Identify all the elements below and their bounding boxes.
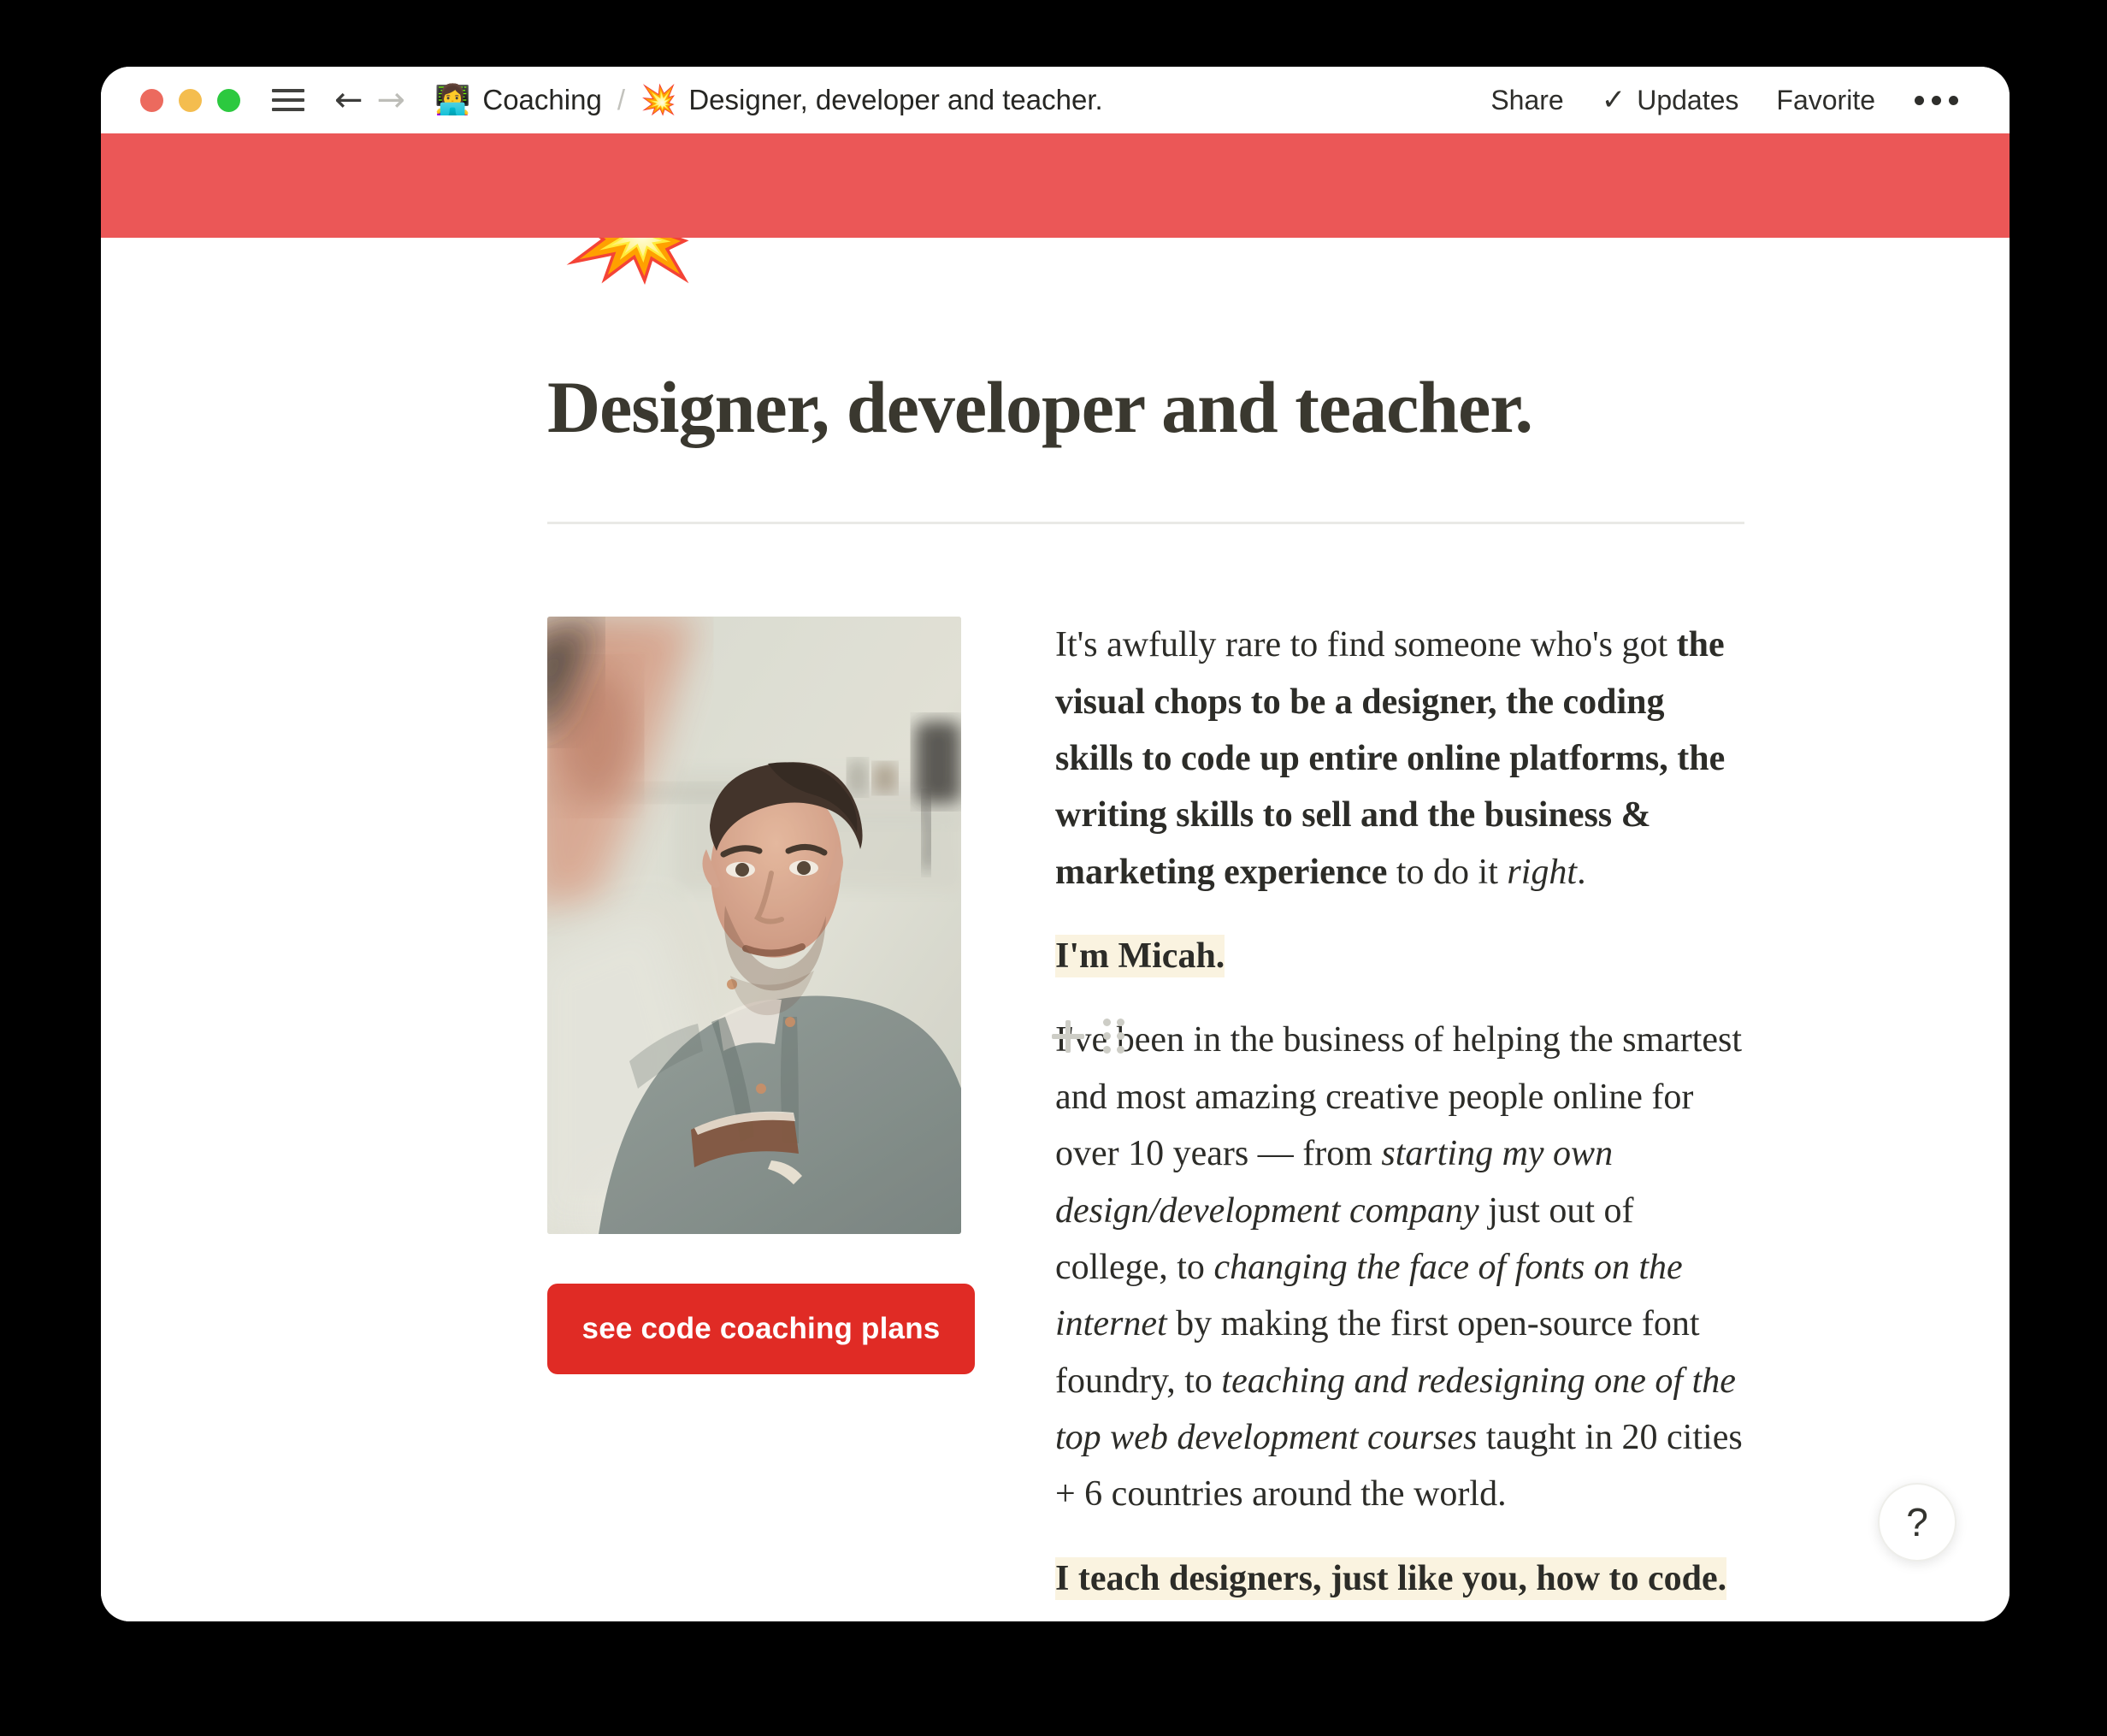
profile-photo[interactable] [547,617,961,1235]
page-title[interactable]: Designer, developer and teacher. [547,366,1744,448]
page-scroll-area[interactable]: 💥 Designer, developer and teacher. [101,238,2010,1621]
photo-column: see code coaching plans [547,617,975,1375]
breadcrumb-label-coaching: Coaching [482,84,602,115]
titlebar-actions: Share ✓ Updates Favorite [1472,86,1974,115]
content-column: Designer, developer and teacher. see cod… [547,366,1744,1621]
page-icon-collision-emoji[interactable]: 💥 [559,238,698,277]
breadcrumb: 👩‍💻 Coaching / 💥 Designer, developer and… [434,84,1103,116]
desktop-backdrop: ← → 👩‍💻 Coaching / 💥 Designer, developer… [0,0,2107,1736]
text-column: It's awfully rare to find someone who's … [961,617,1744,1621]
intro-highlight-1[interactable]: I'm Micah. [1055,928,1744,984]
collision-emoji: 💥 [640,83,677,117]
arrow-left-icon[interactable]: ← [334,83,363,117]
intro-p1-lead: It's awfully rare to find someone who's … [1055,625,1677,665]
intro-paragraph-2[interactable]: I've been in the business of helping the… [1052,1012,1744,1522]
traffic-light-controls [140,88,240,112]
favorite-button[interactable]: Favorite [1757,86,1894,114]
woman-technologist-emoji: 👩‍💻 [434,83,471,117]
breadcrumb-item-coaching[interactable]: 👩‍💻 Coaching [434,84,602,116]
breadcrumb-item-current-page[interactable]: 💥 Designer, developer and teacher. [640,84,1103,116]
block-controls [1052,1019,1124,1054]
updates-button[interactable]: ✓ Updates [1583,86,1758,115]
check-icon: ✓ [1601,83,1626,117]
breadcrumb-separator: / [617,84,625,115]
favorite-label: Favorite [1776,85,1875,115]
page-content: Designer, developer and teacher. see cod… [101,238,2010,1621]
share-label: Share [1490,85,1564,115]
drag-handle-icon[interactable] [1103,1019,1124,1054]
minimize-window-button[interactable] [179,88,202,112]
intro-highlight-2-text: I teach designers, just like you, how to… [1055,1556,1727,1600]
updates-label: Updates [1637,85,1739,115]
close-window-button[interactable] [140,88,163,112]
breadcrumb-label-current-page: Designer, developer and teacher. [688,84,1103,115]
maximize-window-button[interactable] [217,88,240,112]
hamburger-icon[interactable] [271,86,305,115]
help-button[interactable]: ? [1878,1483,1956,1562]
intro-section: see code coaching plans It's awfully rar… [547,617,1744,1621]
cover-banner[interactable] [101,133,2010,238]
plus-icon[interactable] [1052,1019,1084,1053]
question-mark-icon: ? [1906,1500,1928,1544]
intro-p1-tail: to do it [1387,852,1508,892]
titlebar: ← → 👩‍💻 Coaching / 💥 Designer, developer… [101,67,2010,133]
intro-paragraph-1[interactable]: It's awfully rare to find someone who's … [1055,617,1744,900]
intro-highlight-2[interactable]: I teach designers, just like you, how to… [1055,1550,1744,1607]
arrow-right-icon[interactable]: → [377,83,406,117]
divider-top [547,522,1744,525]
ellipsis-icon[interactable] [1894,95,1974,105]
see-code-coaching-plans-button[interactable]: see code coaching plans [547,1284,975,1375]
intro-highlight-1-text: I'm Micah. [1055,935,1225,978]
app-window: ← → 👩‍💻 Coaching / 💥 Designer, developer… [101,67,2010,1621]
intro-p1-end: . [1577,852,1586,892]
share-button[interactable]: Share [1472,86,1582,114]
intro-p1-italic: right [1507,852,1578,892]
